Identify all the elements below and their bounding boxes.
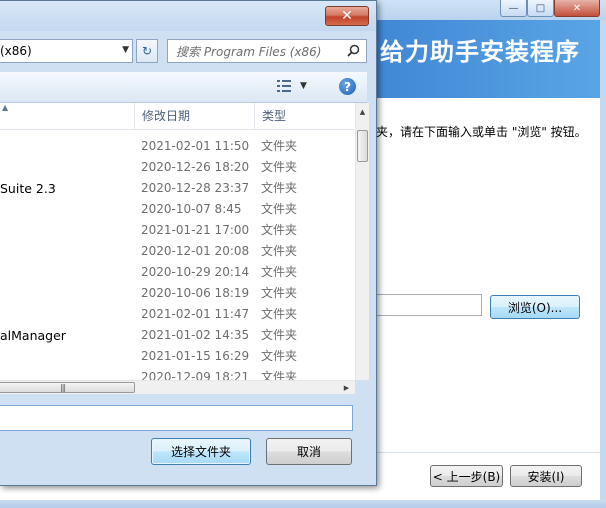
row-date: 2021-01-15 16:29 <box>141 349 250 363</box>
browse-folder-dialog: ✕ (x86) ▼ ↻ 搜索 Program Files (x86) ▼ ? ▲… <box>0 0 377 486</box>
select-folder-button[interactable]: 选择文件夹 <box>151 438 251 465</box>
row-type: 文件夹 <box>261 160 298 174</box>
minimize-button[interactable]: — <box>500 0 527 17</box>
row-type: 文件夹 <box>261 328 298 342</box>
row-date: 2020-12-01 20:08 <box>141 244 250 258</box>
install-button[interactable]: 安装(I) <box>510 465 582 487</box>
folder-list[interactable]: ▲ 修改日期 类型 2021-02-01 11:50 文件夹 2020-12-26 … <box>0 103 355 380</box>
row-date: 2021-02-01 11:50 <box>141 139 250 153</box>
row-type: 文件夹 <box>261 244 298 258</box>
maximize-button[interactable]: □ <box>527 0 554 17</box>
scroll-right-icon[interactable]: ▶ <box>339 381 354 394</box>
row-date: 2020-12-28 23:37 <box>141 181 250 195</box>
column-header-date[interactable]: 修改日期 <box>134 103 254 129</box>
installer-close-button[interactable]: ✕ <box>554 0 600 17</box>
view-dropdown-icon[interactable]: ▼ <box>300 81 307 91</box>
dialog-titlebar[interactable]: ✕ <box>0 1 376 31</box>
help-icon[interactable]: ? <box>339 78 356 95</box>
row-type: 文件夹 <box>261 181 298 195</box>
view-options-icon[interactable] <box>277 80 291 92</box>
list-header: ▲ 修改日期 类型 <box>0 103 355 130</box>
row-type: 文件夹 <box>261 286 298 300</box>
search-icon[interactable] <box>347 44 360 61</box>
row-type: 文件夹 <box>261 307 298 321</box>
folder-name-input[interactable] <box>0 405 353 431</box>
table-row[interactable]: Suite 2.3 2020-12-28 23:37 文件夹 <box>0 178 355 199</box>
address-text: (x86) <box>0 44 32 58</box>
scroll-grip-icon: ||| <box>60 383 66 392</box>
table-row[interactable]: alManager 2021-01-02 14:35 文件夹 <box>0 325 355 346</box>
chevron-down-icon[interactable]: ▼ <box>122 45 129 55</box>
row-name: alManager <box>0 328 66 343</box>
search-input[interactable]: 搜索 Program Files (x86) <box>167 39 367 63</box>
horizontal-scrollbar[interactable]: ||| ▶ <box>0 380 355 394</box>
table-row[interactable]: 2020-12-26 18:20 文件夹 <box>0 157 355 178</box>
row-date: 2020-12-26 18:20 <box>141 160 250 174</box>
row-date: 2020-10-29 20:14 <box>141 265 250 279</box>
search-placeholder: 搜索 Program Files (x86) <box>176 44 322 59</box>
row-type: 文件夹 <box>261 265 298 279</box>
scroll-up-icon[interactable]: ▲ <box>356 103 369 120</box>
row-name: Suite 2.3 <box>0 181 56 196</box>
table-row[interactable]: 2021-01-21 17:00 文件夹 <box>0 220 355 241</box>
row-type: 文件夹 <box>261 223 298 237</box>
installer-divider <box>376 452 606 453</box>
row-type: 文件夹 <box>261 139 298 153</box>
table-row[interactable]: 2020-10-29 20:14 文件夹 <box>0 262 355 283</box>
column-header-type[interactable]: 类型 <box>254 103 355 129</box>
table-row[interactable]: 2020-12-09 18:21 文件夹 <box>0 367 355 380</box>
row-date: 2020-10-07 8:45 <box>141 202 242 216</box>
table-row[interactable]: 2020-10-07 8:45 文件夹 <box>0 199 355 220</box>
cancel-button[interactable]: 取消 <box>266 438 352 465</box>
table-row[interactable]: 2021-02-01 11:47 文件夹 <box>0 304 355 325</box>
browse-button[interactable]: 浏览(O)... <box>490 295 580 319</box>
row-date: 2020-10-06 18:19 <box>141 286 250 300</box>
sort-arrow-icon: ▲ <box>2 103 9 112</box>
installer-description: 夹，请在下面输入或单击 "浏览" 按钮。 <box>376 125 587 139</box>
table-row[interactable]: 2020-12-01 20:08 文件夹 <box>0 241 355 262</box>
refresh-icon[interactable]: ↻ <box>136 39 158 63</box>
table-row[interactable]: 2020-10-06 18:19 文件夹 <box>0 283 355 304</box>
back-button[interactable]: < 上一步(B) <box>430 465 503 487</box>
row-type: 文件夹 <box>261 370 298 380</box>
installer-title: 给力助手安装程序 <box>380 38 580 66</box>
horizontal-scroll-thumb[interactable]: ||| <box>0 382 135 393</box>
dialog-toolbar: ▼ ? <box>0 72 367 103</box>
row-date: 2020-12-09 18:21 <box>141 370 250 380</box>
address-bar[interactable]: (x86) ▼ <box>0 39 133 63</box>
row-date: 2021-02-01 11:47 <box>141 307 250 321</box>
vertical-scroll-thumb[interactable] <box>357 130 368 162</box>
row-type: 文件夹 <box>261 202 298 216</box>
table-row[interactable]: 2021-02-01 11:50 文件夹 <box>0 136 355 157</box>
row-date: 2021-01-21 17:00 <box>141 223 250 237</box>
dialog-close-button[interactable]: ✕ <box>325 6 369 26</box>
table-row[interactable]: 2021-01-15 16:29 文件夹 <box>0 346 355 367</box>
installer-frame-bottom <box>0 500 606 508</box>
install-path-input[interactable] <box>370 294 482 316</box>
row-date: 2021-01-02 14:35 <box>141 328 250 342</box>
vertical-scrollbar[interactable]: ▲ <box>355 103 369 380</box>
installer-frame-right <box>600 20 606 508</box>
row-type: 文件夹 <box>261 349 298 363</box>
